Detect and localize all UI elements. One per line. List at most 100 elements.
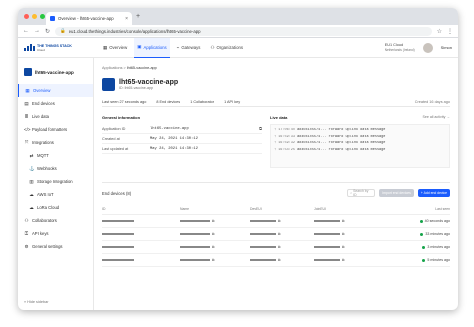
kv-key: Created at (102, 136, 120, 141)
column-last-seen[interactable]: Last seen (435, 207, 450, 214)
last-seen-cell: 33 minutes ago (420, 232, 450, 236)
reload-icon[interactable]: ↻ (45, 28, 50, 35)
device-name-cell: ⧉ (180, 245, 250, 250)
logo-subtext: Cloud (37, 47, 45, 52)
sidebar-item-label: End devices (32, 101, 55, 106)
sidebar-item-end-devices[interactable]: ▤ End devices (18, 97, 93, 110)
new-tab-button[interactable]: + (136, 13, 140, 20)
sidebar-item-api-keys[interactable]: ⚿ API keys (18, 227, 93, 240)
tab-close-icon[interactable]: × (125, 16, 128, 22)
end-devices-stat[interactable]: 8 End devices (156, 100, 180, 104)
copy-icon[interactable]: ⧉ (259, 126, 262, 131)
event-row[interactable]: ↑ 16:54:25 a84041x5574... Forward uplink… (274, 148, 446, 155)
sidebar-item-label: Webhooks (37, 166, 57, 171)
status-dot-icon (422, 245, 426, 249)
table-header: ID Name DevEUI JoinEUI Last seen (102, 207, 450, 215)
column-name[interactable]: Name (180, 207, 250, 214)
hide-sidebar-label: Hide sidebar (27, 300, 49, 304)
api-keys-stat[interactable]: 1 API key (224, 100, 240, 104)
sidebar-item-storage-integration[interactable]: ▥ Storage Integration (18, 175, 93, 188)
hide-sidebar-button[interactable]: « Hide sidebar (24, 300, 49, 304)
deveui-cell: ⧉ (250, 219, 314, 224)
sidebar-item-aws-iot[interactable]: ☁ AWS IoT (18, 188, 93, 201)
sidebar-item-overview[interactable]: ▦ Overview (18, 84, 93, 97)
people-icon: ⚇ (24, 217, 29, 223)
table-row[interactable]: ⧉ ⧉ ⧉ 40 seconds ago (102, 215, 450, 228)
status-dot-icon (419, 219, 423, 223)
user-name[interactable]: Simon (441, 45, 452, 50)
avatar[interactable] (422, 42, 433, 53)
maximize-window-icon[interactable] (40, 14, 45, 19)
last-seen-cell: 3 minutes ago (422, 245, 450, 249)
sidebar-item-label: Overview (33, 88, 51, 93)
nav-organizations[interactable]: ⚇ Organizations (207, 38, 246, 58)
collaborators-stat[interactable]: 1 Collaborator (190, 100, 214, 104)
browser-tab-bar: Overview - lht65-vaccine-app × + (18, 8, 458, 25)
integrations-icon: ⤧ (24, 140, 29, 145)
sidebar-item-mqtt[interactable]: ⇄ MQTT (18, 149, 93, 162)
app-icon (24, 68, 32, 76)
deveui-cell: ⧉ (250, 232, 314, 237)
favicon-icon (50, 16, 55, 21)
last-seen-value: 33 minutes ago (425, 232, 450, 236)
column-id[interactable]: ID (102, 207, 180, 214)
sidebar-item-label: Collaborators (32, 218, 57, 223)
sidebar-item-webhooks[interactable]: ⚓ Webhooks (18, 162, 93, 175)
sidebar-item-general-settings[interactable]: ⚙ General settings (18, 240, 93, 253)
top-nav: ▦ Overview ▣ Applications ⌁ Gateways ⚇ O… (100, 37, 246, 58)
status-dot-icon (420, 232, 424, 236)
sidebar-item-label: API keys (32, 231, 49, 236)
sidebar-item-integrations[interactable]: ⤧ Integrations (18, 136, 93, 149)
copy-icon[interactable]: ⧉ (342, 245, 344, 250)
copy-icon[interactable]: ⧉ (278, 219, 280, 224)
column-joineui[interactable]: JoinEUI (314, 207, 378, 214)
copy-icon[interactable]: ⧉ (212, 232, 214, 237)
forward-icon[interactable]: → (34, 28, 40, 34)
created-stat: Created 16 days ago (414, 99, 450, 104)
overview-icon: ▦ (25, 87, 30, 93)
overview-icon: ▦ (103, 44, 108, 50)
event-feed: ↑ 17:06:4x a84041x5574... Forward uplink… (270, 124, 450, 168)
column-deveui[interactable]: DevEUI (250, 207, 314, 214)
sidebar-item-live-data[interactable]: ≣ Live data (18, 110, 93, 123)
address-bar: ← → ↻ 🔒 eu1.cloud.thethings.industries/c… (18, 25, 458, 38)
copy-icon[interactable]: ⧉ (342, 232, 344, 237)
minimize-window-icon[interactable] (32, 14, 37, 19)
copy-icon[interactable]: ⧉ (278, 245, 280, 250)
copy-icon[interactable]: ⧉ (212, 258, 214, 263)
see-all-activity-link[interactable]: See all activity → (422, 115, 450, 124)
close-window-icon[interactable] (24, 14, 29, 19)
nav-overview[interactable]: ▦ Overview (100, 38, 130, 58)
back-icon[interactable]: ← (23, 28, 29, 34)
nav-applications[interactable]: ▣ Applications (134, 37, 170, 58)
copy-icon[interactable]: ⧉ (342, 258, 344, 263)
logo[interactable]: THE THINGS STACK Cloud (24, 44, 100, 52)
end-devices-section: End devices (8) ⌕ Search by ID Import en… (102, 182, 450, 267)
star-icon[interactable]: ☆ (437, 28, 442, 35)
kv-value: May 24, 2021 14:30:12 (150, 146, 198, 151)
copy-icon[interactable]: ⧉ (212, 219, 214, 224)
nav-organizations-label: Organizations (216, 45, 244, 50)
import-devices-button[interactable]: Import end devices (379, 189, 414, 197)
cluster-picker[interactable]: EU1 Cloud Netherlands (Ireland) (385, 43, 415, 53)
applications-icon: ▣ (137, 44, 142, 49)
copy-icon[interactable]: ⧉ (278, 232, 280, 237)
sidebar-item-payload-formatters[interactable]: </> Payload formatters (18, 123, 93, 136)
sidebar-item-lora-cloud[interactable]: ☁ LoRa Cloud (18, 201, 93, 214)
menu-icon[interactable]: ⋮ (447, 28, 453, 35)
sidebar-item-label: General settings (32, 244, 63, 249)
table-row[interactable]: ⧉ ⧉ ⧉ 33 minutes ago (102, 228, 450, 241)
copy-icon[interactable]: ⧉ (212, 245, 214, 250)
cluster-region: Netherlands (Ireland) (384, 47, 415, 52)
add-device-button[interactable]: + Add end device (417, 189, 450, 197)
copy-icon[interactable]: ⧉ (278, 258, 280, 263)
nav-gateways[interactable]: ⌁ Gateways (174, 38, 204, 58)
breadcrumb-applications[interactable]: Applications (102, 66, 122, 70)
table-row[interactable]: ⧉ ⧉ ⧉ 5 minutes ago (102, 254, 450, 267)
search-input[interactable]: ⌕ Search by ID (347, 189, 376, 197)
copy-icon[interactable]: ⧉ (342, 219, 344, 224)
sidebar-item-collaborators[interactable]: ⚇ Collaborators (18, 214, 93, 227)
browser-tab[interactable]: Overview - lht65-vaccine-app × (46, 12, 132, 25)
table-row[interactable]: ⧉ ⧉ ⧉ 3 minutes ago (102, 241, 450, 254)
url-field[interactable]: 🔒 eu1.cloud.thethings.industries/console… (55, 26, 432, 36)
